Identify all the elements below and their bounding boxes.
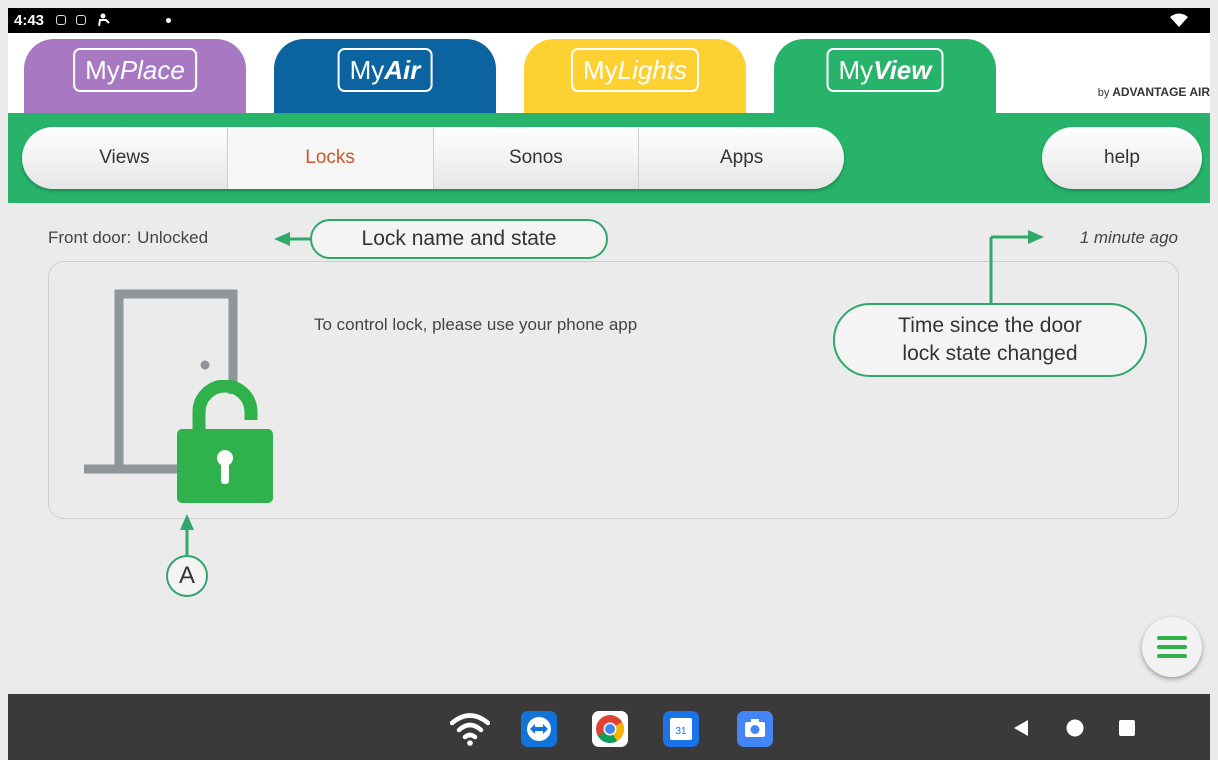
- menu-fab[interactable]: [1142, 617, 1202, 677]
- marker-a: A: [166, 555, 208, 597]
- recents-icon[interactable]: [1118, 719, 1136, 737]
- home-icon[interactable]: [1066, 719, 1084, 737]
- annotation-arrows: [180, 230, 1044, 555]
- chrome-icon[interactable]: [592, 711, 628, 747]
- time-callout: Time since the door lock state changed: [833, 303, 1147, 377]
- wifi-icon[interactable]: [450, 712, 490, 746]
- calendar-icon[interactable]: 31: [663, 711, 699, 747]
- menu-icon: [1157, 636, 1187, 658]
- system-nav-bar: 31: [8, 694, 1210, 760]
- teamviewer-icon[interactable]: [521, 711, 557, 747]
- camera-icon[interactable]: [737, 711, 773, 747]
- calendar-day: 31: [675, 726, 687, 737]
- lock-name-callout: Lock name and state: [310, 219, 608, 259]
- back-icon[interactable]: [1012, 718, 1030, 738]
